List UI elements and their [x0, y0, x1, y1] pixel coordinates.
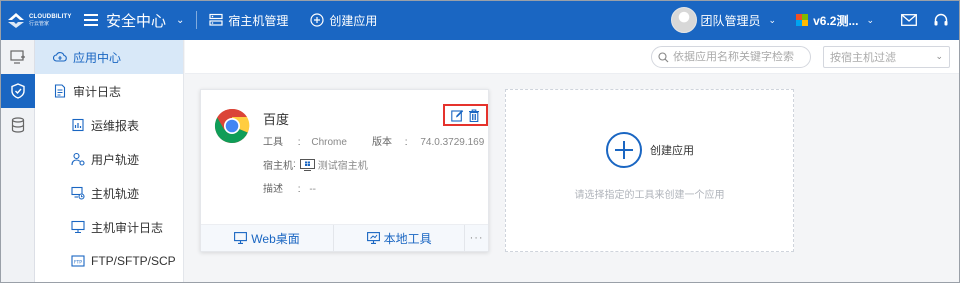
- desktop-icon: [234, 232, 248, 244]
- tool-label: 工具: [263, 137, 283, 148]
- plus-circle-icon: [310, 13, 325, 27]
- rail-item-database[interactable]: [0, 108, 35, 142]
- web-desktop-label: Web桌面: [251, 231, 300, 246]
- sidebar-item-label: 主机审计日志: [91, 220, 164, 235]
- create-app-hint: 请选择指定的工具来创建一个应用: [574, 190, 725, 201]
- sidebar-item-audit-log[interactable]: 审计日志: [35, 74, 183, 108]
- desc-value: --: [309, 184, 317, 195]
- plus-circle-icon: [606, 132, 642, 168]
- sidebar-item-host-track[interactable]: 主机轨迹: [35, 176, 183, 210]
- chevron-down-icon: ⌄: [935, 51, 943, 61]
- user-name[interactable]: 团队管理员: [701, 12, 761, 29]
- create-app-label: 创建应用: [650, 145, 694, 157]
- nav-host-management-label: 宿主机管理: [228, 13, 289, 28]
- monitor-icon: [71, 220, 85, 234]
- divider: [196, 11, 198, 29]
- chevron-down-icon[interactable]: ⌄: [176, 15, 184, 26]
- headset-icon[interactable]: [932, 11, 950, 29]
- local-tool-icon: [366, 232, 380, 244]
- sidebar-item-ops-report[interactable]: 运维报表: [35, 108, 183, 142]
- trash-icon[interactable]: [468, 108, 480, 122]
- tool-row: 工具 : Chrome: [263, 133, 347, 148]
- create-app-card[interactable]: 创建应用 请选择指定的工具来创建一个应用: [505, 89, 794, 252]
- logo-text-cn: 行云管家: [29, 20, 50, 27]
- ftp-icon: FTP: [71, 255, 85, 267]
- desc-row: 描述 : --: [263, 180, 316, 195]
- sidebar-item-label: 应用中心: [73, 50, 122, 65]
- cloud-logo-icon: [8, 13, 24, 28]
- host-value[interactable]: 测试宿主机: [318, 157, 368, 172]
- host-sep: :: [293, 159, 296, 170]
- desc-sep: :: [297, 184, 301, 195]
- web-desktop-button[interactable]: Web桌面: [201, 225, 335, 251]
- cloud-app-icon: [53, 52, 67, 62]
- chrome-icon: [214, 108, 250, 143]
- sidebar-item-label: 运维报表: [91, 118, 140, 133]
- svg-text:FTP: FTP: [74, 260, 82, 266]
- create-app-button[interactable]: 创建应用: [606, 132, 694, 168]
- chevron-down-icon[interactable]: ⌄: [769, 15, 777, 26]
- sidebar-item-user-track[interactable]: 用户轨迹: [35, 142, 183, 176]
- menu-icon[interactable]: [84, 14, 98, 26]
- sidebar-item-label: 用户轨迹: [91, 152, 140, 167]
- tool-sep: :: [297, 137, 301, 148]
- sidebar-item-host-audit-log[interactable]: 主机审计日志: [35, 210, 183, 244]
- host-track-icon: [71, 186, 85, 200]
- more-button[interactable]: ···: [465, 225, 488, 251]
- nav-create-app-label: 创建应用: [329, 13, 378, 28]
- windows-icon: [796, 14, 809, 26]
- tool-value: Chrome: [311, 137, 347, 148]
- app-card[interactable]: 百度 工具 : Chrome 版本 : 74.0.3729.169 宿主机 : …: [200, 89, 489, 252]
- top-bar: CLOUDBILITY 行云管家 安全中心 ⌄ 宿主机管理 创建应用 团队管理员…: [0, 0, 960, 40]
- rail-item-console[interactable]: [0, 40, 35, 74]
- report-icon: [72, 118, 84, 132]
- logo-text-en: CLOUDBILITY: [29, 13, 72, 20]
- document-icon: [54, 84, 66, 98]
- version-label[interactable]: v6.2测...: [813, 12, 858, 29]
- version-sep: :: [404, 137, 408, 148]
- nav-host-management[interactable]: 宿主机管理: [209, 12, 288, 29]
- windows-host-icon: [299, 158, 315, 171]
- host-row: 宿主机 : 测试宿主机: [263, 157, 368, 172]
- sidebar-item-label: FTP/SFTP/SCP: [91, 254, 176, 268]
- local-tool-label: 本地工具: [383, 231, 432, 246]
- toolbar: 按宿主机过滤 ⌄: [185, 40, 960, 74]
- sidebar-item-label: 主机轨迹: [91, 186, 140, 201]
- sidebar-item-app-center[interactable]: 应用中心: [35, 40, 183, 74]
- nav-create-app[interactable]: 创建应用: [310, 12, 377, 29]
- search-input[interactable]: [673, 51, 801, 63]
- version-row: 版本 : 74.0.3729.169: [372, 133, 484, 148]
- sidebar-item-label: 审计日志: [73, 84, 122, 99]
- avatar[interactable]: [670, 7, 697, 33]
- rail-item-security[interactable]: [0, 74, 35, 108]
- search-icon: [658, 51, 669, 62]
- chevron-down-icon[interactable]: ⌄: [866, 15, 874, 26]
- version-key: 版本: [372, 137, 392, 148]
- host-label: 宿主机: [263, 161, 293, 172]
- database-icon: [11, 117, 24, 133]
- desc-label: 描述: [263, 184, 283, 195]
- icon-rail: [0, 40, 35, 283]
- host-filter-select[interactable]: 按宿主机过滤 ⌄: [823, 46, 950, 68]
- search-box[interactable]: [651, 46, 811, 68]
- card-actions-highlight: [443, 104, 488, 126]
- sidebar: 应用中心 审计日志 运维报表 用户轨迹 主机轨迹 主机审计日志 FTP FTP/…: [35, 40, 184, 283]
- mail-icon[interactable]: [900, 11, 918, 29]
- local-tool-button[interactable]: 本地工具: [334, 225, 466, 251]
- app-grid: 百度 工具 : Chrome 版本 : 74.0.3729.169 宿主机 : …: [185, 74, 960, 283]
- host-icon: [209, 13, 224, 26]
- edit-icon[interactable]: [451, 109, 464, 122]
- shield-icon: [10, 83, 25, 99]
- page-title[interactable]: 安全中心: [106, 10, 166, 31]
- card-footer: Web桌面 本地工具 ···: [201, 224, 488, 251]
- host-filter-placeholder: 按宿主机过滤: [830, 52, 896, 64]
- logo[interactable]: CLOUDBILITY 行云管家: [0, 0, 82, 40]
- console-icon: [9, 50, 25, 64]
- user-track-icon: [71, 152, 85, 166]
- version-value: 74.0.3729.169: [420, 137, 485, 148]
- app-name: 百度: [263, 112, 290, 127]
- sidebar-item-ftp[interactable]: FTP FTP/SFTP/SCP: [35, 244, 183, 278]
